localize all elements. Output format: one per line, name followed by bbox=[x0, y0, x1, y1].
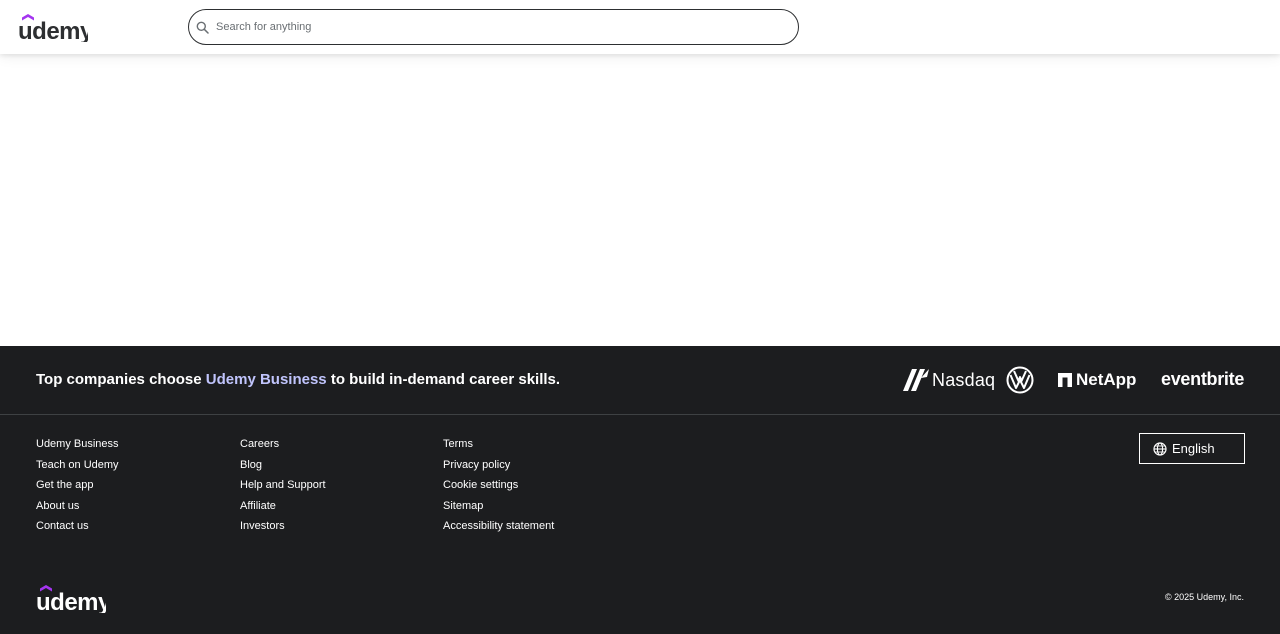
udemy-logo-text: udemy bbox=[18, 18, 88, 42]
udemy-business-link[interactable]: Udemy Business bbox=[206, 371, 327, 388]
netapp-logo: NetApp bbox=[1058, 370, 1136, 390]
footer-link-help-and-support[interactable]: Help and Support bbox=[240, 475, 326, 496]
footer-link-about-us[interactable]: About us bbox=[36, 496, 119, 517]
globe-icon bbox=[1153, 441, 1167, 456]
nasdaq-logo: Nasdaq bbox=[903, 368, 995, 392]
banner-text-before: Top companies choose bbox=[36, 371, 206, 388]
language-button-label: English bbox=[1172, 441, 1215, 456]
banner-text: Top companies choose Udemy Business to b… bbox=[36, 371, 560, 388]
copyright-text: © 2025 Udemy, Inc. bbox=[1164, 592, 1244, 602]
search-icon[interactable] bbox=[194, 19, 210, 35]
banner-text-after: to build in-demand career skills. bbox=[326, 371, 561, 388]
volkswagen-logo bbox=[1006, 366, 1034, 394]
main-content bbox=[0, 54, 1280, 346]
footer-link-privacy-policy[interactable]: Privacy policy bbox=[443, 455, 554, 476]
udemy-logo[interactable]: udemy bbox=[18, 12, 95, 45]
footer-link-sitemap[interactable]: Sitemap bbox=[443, 496, 554, 517]
search-bar bbox=[188, 9, 799, 45]
footer-link-blog[interactable]: Blog bbox=[240, 455, 326, 476]
footer: Top companies choose Udemy Business to b… bbox=[0, 346, 1280, 634]
footer-link-investors[interactable]: Investors bbox=[240, 516, 326, 537]
footer-link-udemy-business[interactable]: Udemy Business bbox=[36, 434, 119, 455]
footer-link-teach-on-udemy[interactable]: Teach on Udemy bbox=[36, 455, 119, 476]
footer-link-accessibility-statement[interactable]: Accessibility statement bbox=[443, 516, 554, 537]
partners-banner: Top companies choose Udemy Business to b… bbox=[0, 346, 1280, 415]
footer-links-column-1: Udemy Business Teach on Udemy Get the ap… bbox=[36, 434, 119, 537]
footer-link-careers[interactable]: Careers bbox=[240, 434, 326, 455]
footer-links-column-3: Terms Privacy policy Cookie settings Sit… bbox=[443, 434, 554, 537]
footer-udemy-logo[interactable]: udemy bbox=[36, 585, 113, 616]
footer-link-affiliate[interactable]: Affiliate bbox=[240, 496, 326, 517]
search-input[interactable] bbox=[216, 10, 776, 44]
footer-link-get-the-app[interactable]: Get the app bbox=[36, 475, 119, 496]
nasdaq-label: Nasdaq bbox=[932, 369, 996, 390]
eventbrite-logo: eventbrite bbox=[1161, 368, 1245, 389]
footer-link-cookie-settings[interactable]: Cookie settings bbox=[443, 475, 554, 496]
footer-logo-text: udemy bbox=[36, 589, 106, 613]
netapp-label: NetApp bbox=[1076, 370, 1137, 389]
footer-link-terms[interactable]: Terms bbox=[443, 434, 554, 455]
language-button[interactable]: English bbox=[1139, 433, 1245, 464]
top-header: udemy bbox=[0, 0, 1280, 54]
footer-links-column-2: Careers Blog Help and Support Affiliate … bbox=[240, 434, 326, 537]
footer-link-contact-us[interactable]: Contact us bbox=[36, 516, 119, 537]
